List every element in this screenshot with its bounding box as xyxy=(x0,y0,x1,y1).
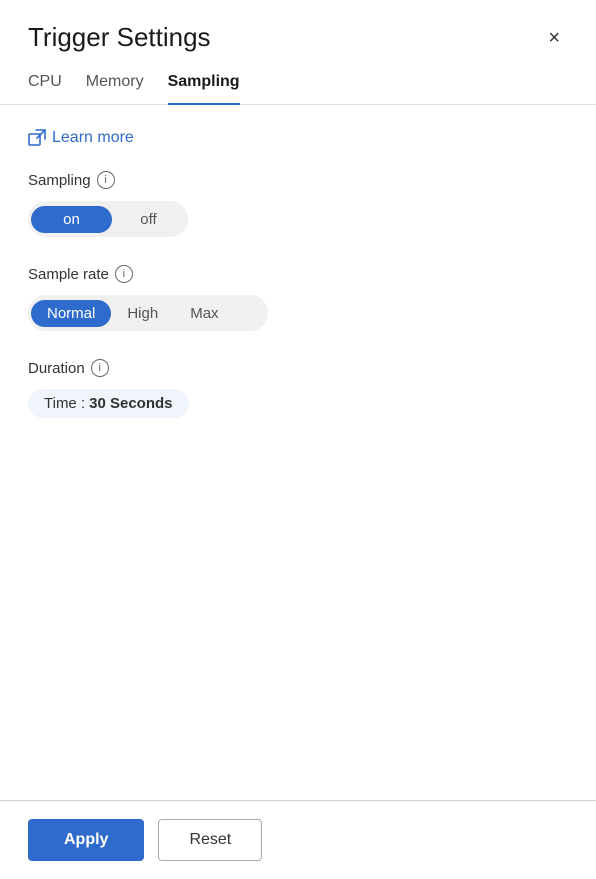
dialog-footer: Apply Reset xyxy=(0,800,596,879)
sampling-label-row: Sampling i xyxy=(28,171,568,189)
dialog-title: Trigger Settings xyxy=(28,22,211,53)
toggle-off-option[interactable]: off xyxy=(112,206,185,233)
apply-button[interactable]: Apply xyxy=(28,819,144,861)
rate-option-high[interactable]: High xyxy=(111,300,174,327)
tab-memory[interactable]: Memory xyxy=(86,63,144,105)
duration-info-icon[interactable]: i xyxy=(91,359,109,377)
toggle-on-option[interactable]: on xyxy=(31,206,112,233)
sample-rate-selector[interactable]: Normal High Max xyxy=(28,295,268,331)
duration-badge[interactable]: Time : 30 Seconds xyxy=(28,389,189,418)
reset-button[interactable]: Reset xyxy=(158,819,262,861)
duration-value: 30 Seconds xyxy=(89,395,172,412)
sample-rate-info-icon[interactable]: i xyxy=(115,265,133,283)
close-button[interactable]: × xyxy=(540,24,568,52)
sampling-toggle[interactable]: on off xyxy=(28,201,188,237)
tabs-bar: CPU Memory Sampling xyxy=(0,63,596,105)
duration-prefix: Time : xyxy=(44,395,85,412)
sample-rate-label-row: Sample rate i xyxy=(28,265,568,283)
rate-option-max[interactable]: Max xyxy=(174,300,234,327)
sample-rate-label: Sample rate xyxy=(28,266,109,283)
dialog-header: Trigger Settings × xyxy=(0,0,596,63)
learn-more-link[interactable]: Learn more xyxy=(28,129,568,147)
sampling-label: Sampling xyxy=(28,172,91,189)
duration-label-row: Duration i xyxy=(28,359,568,377)
tab-sampling[interactable]: Sampling xyxy=(168,63,240,105)
tab-content: Learn more Sampling i on off Sample rate… xyxy=(0,105,596,800)
learn-more-label: Learn more xyxy=(52,129,134,147)
external-link-icon xyxy=(28,129,46,147)
sampling-info-icon[interactable]: i xyxy=(97,171,115,189)
tab-cpu[interactable]: CPU xyxy=(28,63,62,105)
trigger-settings-dialog: Trigger Settings × CPU Memory Sampling L… xyxy=(0,0,596,879)
duration-label: Duration xyxy=(28,360,85,377)
rate-option-normal[interactable]: Normal xyxy=(31,300,111,327)
